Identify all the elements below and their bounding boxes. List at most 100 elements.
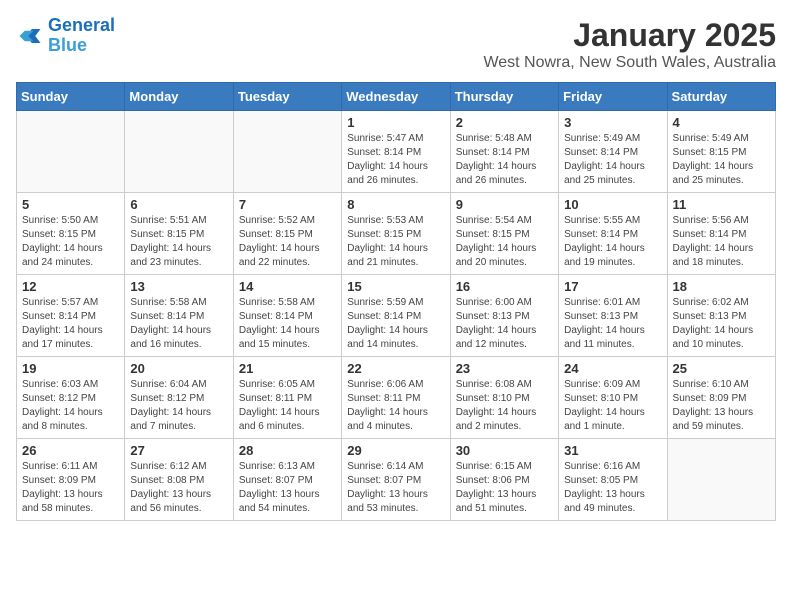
calendar-table: SundayMondayTuesdayWednesdayThursdayFrid… (16, 82, 776, 521)
calendar-cell: 16 Sunrise: 6:00 AM Sunset: 8:13 PM Dayli… (450, 275, 558, 357)
calendar-cell: 12Sunrise: 5:57 AM Sunset: 8:14 PM Dayli… (17, 275, 125, 357)
day-info: Sunrise: 6:12 AM Sunset: 8:08 PM Dayligh… (130, 460, 227, 516)
calendar-cell: 2 Sunrise: 5:48 AM Sunset: 8:14 PM Daylig… (450, 111, 558, 193)
calendar-cell: 27 Sunrise: 6:12 AM Sunset: 8:08 PM Dayli… (125, 439, 233, 521)
day-number: 9 (456, 197, 553, 212)
calendar-cell: 8 Sunrise: 5:53 AM Sunset: 8:15 PM Daylig… (342, 193, 450, 275)
title-block: January 2025 West Nowra, New South Wales… (483, 16, 776, 72)
calendar-week-1: 1 Sunrise: 5:47 AM Sunset: 8:14 PM Daylig… (17, 111, 776, 193)
calendar-cell (17, 111, 125, 193)
day-info: Sunrise: 6:13 AM Sunset: 8:07 PM Dayligh… (239, 460, 336, 516)
calendar-cell: 26 Sunrise: 6:11 AM Sunset: 8:09 PM Dayli… (17, 439, 125, 521)
calendar-cell: 22Sunrise: 6:06 AM Sunset: 8:11 PM Dayli… (342, 357, 450, 439)
calendar-cell (233, 111, 341, 193)
day-number: 8 (347, 197, 444, 212)
day-number: 24 (564, 361, 661, 376)
weekday-header-thursday: Thursday (450, 83, 558, 111)
calendar-cell: 4 Sunrise: 5:49 AM Sunset: 8:15 PM Daylig… (667, 111, 775, 193)
calendar-cell: 18Sunrise: 6:02 AM Sunset: 8:13 PM Dayli… (667, 275, 775, 357)
day-number: 1 (347, 115, 444, 130)
day-info: Sunrise: 6:05 AM Sunset: 8:11 PM Dayligh… (239, 378, 336, 434)
calendar-cell: 31Sunrise: 6:16 AM Sunset: 8:05 PM Dayli… (559, 439, 667, 521)
calendar-header: SundayMondayTuesdayWednesdayThursdayFrid… (17, 83, 776, 111)
calendar-cell: 7Sunrise: 5:52 AM Sunset: 8:15 PM Daylig… (233, 193, 341, 275)
calendar-body: 1 Sunrise: 5:47 AM Sunset: 8:14 PM Daylig… (17, 111, 776, 521)
day-number: 26 (22, 443, 119, 458)
day-info: Sunrise: 6:04 AM Sunset: 8:12 PM Dayligh… (130, 378, 227, 434)
weekday-header-row: SundayMondayTuesdayWednesdayThursdayFrid… (17, 83, 776, 111)
day-info: Sunrise: 5:55 AM Sunset: 8:14 PM Dayligh… (564, 214, 661, 270)
day-number: 15 (347, 279, 444, 294)
weekday-header-saturday: Saturday (667, 83, 775, 111)
day-info: Sunrise: 6:03 AM Sunset: 8:12 PM Dayligh… (22, 378, 119, 434)
calendar-cell (125, 111, 233, 193)
day-info: Sunrise: 5:51 AM Sunset: 8:15 PM Dayligh… (130, 214, 227, 270)
day-number: 17 (564, 279, 661, 294)
day-info: Sunrise: 6:15 AM Sunset: 8:06 PM Dayligh… (456, 460, 553, 516)
calendar-subtitle: West Nowra, New South Wales, Australia (483, 54, 776, 72)
calendar-cell: 30 Sunrise: 6:15 AM Sunset: 8:06 PM Dayli… (450, 439, 558, 521)
day-number: 23 (456, 361, 553, 376)
calendar-week-4: 19 Sunrise: 6:03 AM Sunset: 8:12 PM Dayli… (17, 357, 776, 439)
day-info: Sunrise: 6:00 AM Sunset: 8:13 PM Dayligh… (456, 296, 553, 352)
day-number: 21 (239, 361, 336, 376)
day-number: 10 (564, 197, 661, 212)
day-number: 16 (456, 279, 553, 294)
calendar-week-2: 5Sunrise: 5:50 AM Sunset: 8:15 PM Daylig… (17, 193, 776, 275)
logo-icon (16, 22, 44, 50)
logo-line2: Blue (48, 35, 87, 55)
calendar-cell: 15 Sunrise: 5:59 AM Sunset: 8:14 PM Dayli… (342, 275, 450, 357)
calendar-cell: 28 Sunrise: 6:13 AM Sunset: 8:07 PM Dayli… (233, 439, 341, 521)
calendar-cell: 14Sunrise: 5:58 AM Sunset: 8:14 PM Dayli… (233, 275, 341, 357)
calendar-cell: 17 Sunrise: 6:01 AM Sunset: 8:13 PM Dayli… (559, 275, 667, 357)
day-info: Sunrise: 5:58 AM Sunset: 8:14 PM Dayligh… (130, 296, 227, 352)
logo-line1: General (48, 15, 115, 35)
day-number: 2 (456, 115, 553, 130)
calendar-cell: 3 Sunrise: 5:49 AM Sunset: 8:14 PM Daylig… (559, 111, 667, 193)
calendar-cell: 10 Sunrise: 5:55 AM Sunset: 8:14 PM Dayli… (559, 193, 667, 275)
day-number: 20 (130, 361, 227, 376)
day-number: 30 (456, 443, 553, 458)
page-header: General Blue January 2025 West Nowra, Ne… (16, 16, 776, 72)
calendar-week-3: 12Sunrise: 5:57 AM Sunset: 8:14 PM Dayli… (17, 275, 776, 357)
weekday-header-sunday: Sunday (17, 83, 125, 111)
day-info: Sunrise: 6:14 AM Sunset: 8:07 PM Dayligh… (347, 460, 444, 516)
day-number: 7 (239, 197, 336, 212)
day-number: 13 (130, 279, 227, 294)
day-number: 5 (22, 197, 119, 212)
calendar-cell: 11Sunrise: 5:56 AM Sunset: 8:14 PM Dayli… (667, 193, 775, 275)
calendar-cell: 20 Sunrise: 6:04 AM Sunset: 8:12 PM Dayli… (125, 357, 233, 439)
day-info: Sunrise: 5:53 AM Sunset: 8:15 PM Dayligh… (347, 214, 444, 270)
day-number: 4 (673, 115, 770, 130)
calendar-cell: 29 Sunrise: 6:14 AM Sunset: 8:07 PM Dayli… (342, 439, 450, 521)
day-info: Sunrise: 6:01 AM Sunset: 8:13 PM Dayligh… (564, 296, 661, 352)
day-info: Sunrise: 6:11 AM Sunset: 8:09 PM Dayligh… (22, 460, 119, 516)
calendar-cell: 13 Sunrise: 5:58 AM Sunset: 8:14 PM Dayli… (125, 275, 233, 357)
calendar-cell: 19 Sunrise: 6:03 AM Sunset: 8:12 PM Dayli… (17, 357, 125, 439)
day-number: 3 (564, 115, 661, 130)
day-info: Sunrise: 5:49 AM Sunset: 8:14 PM Dayligh… (564, 132, 661, 188)
day-info: Sunrise: 6:10 AM Sunset: 8:09 PM Dayligh… (673, 378, 770, 434)
day-info: Sunrise: 6:08 AM Sunset: 8:10 PM Dayligh… (456, 378, 553, 434)
day-number: 22 (347, 361, 444, 376)
calendar-cell: 6Sunrise: 5:51 AM Sunset: 8:15 PM Daylig… (125, 193, 233, 275)
calendar-cell: 21 Sunrise: 6:05 AM Sunset: 8:11 PM Dayli… (233, 357, 341, 439)
calendar-title: January 2025 (483, 16, 776, 54)
calendar-cell: 24Sunrise: 6:09 AM Sunset: 8:10 PM Dayli… (559, 357, 667, 439)
calendar-cell: 1 Sunrise: 5:47 AM Sunset: 8:14 PM Daylig… (342, 111, 450, 193)
day-number: 28 (239, 443, 336, 458)
day-info: Sunrise: 5:54 AM Sunset: 8:15 PM Dayligh… (456, 214, 553, 270)
day-info: Sunrise: 5:47 AM Sunset: 8:14 PM Dayligh… (347, 132, 444, 188)
day-number: 29 (347, 443, 444, 458)
day-number: 19 (22, 361, 119, 376)
weekday-header-monday: Monday (125, 83, 233, 111)
calendar-cell: 23 Sunrise: 6:08 AM Sunset: 8:10 PM Dayli… (450, 357, 558, 439)
calendar-cell (667, 439, 775, 521)
day-info: Sunrise: 5:59 AM Sunset: 8:14 PM Dayligh… (347, 296, 444, 352)
weekday-header-tuesday: Tuesday (233, 83, 341, 111)
day-number: 14 (239, 279, 336, 294)
day-info: Sunrise: 5:49 AM Sunset: 8:15 PM Dayligh… (673, 132, 770, 188)
calendar-week-5: 26 Sunrise: 6:11 AM Sunset: 8:09 PM Dayli… (17, 439, 776, 521)
day-number: 27 (130, 443, 227, 458)
day-info: Sunrise: 5:48 AM Sunset: 8:14 PM Dayligh… (456, 132, 553, 188)
